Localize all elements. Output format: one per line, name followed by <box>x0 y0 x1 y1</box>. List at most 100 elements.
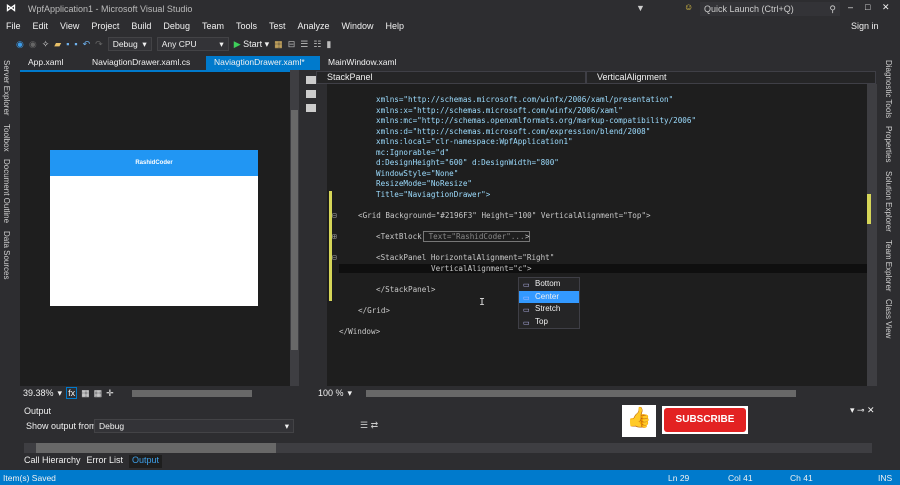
code-zoom-dropdown[interactable]: 100 % <box>318 388 344 398</box>
menu-view[interactable]: View <box>54 18 85 31</box>
tab-output[interactable]: Output <box>129 455 163 468</box>
configuration-dropdown[interactable]: Debug ▾ <box>107 37 152 51</box>
document-outline-tab[interactable]: Document Outline <box>2 155 11 227</box>
snap-grid-icon[interactable]: ▦ <box>94 388 103 399</box>
platform-value: Any CPU <box>161 39 197 49</box>
start-button[interactable]: ▶ Start ▾ <box>234 39 269 50</box>
designer-horizontal-scrollbar[interactable] <box>131 389 252 397</box>
subscribe-text: SUBSCRIBE <box>664 408 746 432</box>
menu-analyze[interactable]: Analyze <box>292 18 336 31</box>
change-marker <box>329 191 332 301</box>
grid-icon[interactable]: ▦ <box>81 388 90 399</box>
member-dropdown[interactable]: VerticalAlignment <box>586 71 876 84</box>
save-all-icon[interactable]: ▪ <box>74 39 77 49</box>
solution-explorer-tab[interactable]: Solution Explorer <box>884 167 893 236</box>
fx-icon[interactable]: fx <box>66 387 78 399</box>
redo-icon[interactable]: ↷ <box>95 39 103 50</box>
menu-project[interactable]: Project <box>85 18 125 31</box>
menu-tools[interactable]: Tools <box>230 18 263 31</box>
save-icon[interactable]: ▪ <box>66 39 69 49</box>
current-line-highlight <box>339 264 869 273</box>
vs-logo-icon: ⋈ <box>6 3 16 14</box>
menu-test[interactable]: Test <box>263 18 292 31</box>
bookmark-icon[interactable]: ▮ <box>326 39 331 50</box>
bottom-tabs: Call Hierarchy Error List Output <box>20 455 163 468</box>
maximize-button[interactable]: □ <box>865 2 870 12</box>
quick-launch-input[interactable]: Quick Launch (Ctrl+Q) ⚲ <box>700 2 840 16</box>
open-folder-icon[interactable]: ▰ <box>54 39 61 50</box>
code-line: d:DesignHeight="600" d:DesignWidth="800" <box>376 158 559 167</box>
horizontal-split-icon[interactable] <box>306 104 316 112</box>
collapse-icon[interactable]: ⊟ <box>332 253 337 262</box>
expand-icon[interactable]: ⊞ <box>332 232 337 241</box>
intellisense-item-stretch[interactable]: ▭ Stretch <box>519 303 579 316</box>
sign-in-link[interactable]: Sign in <box>845 18 885 31</box>
intellisense-item-center[interactable]: ▭ Center <box>519 290 579 303</box>
code-line: xmlns:local="clr-namespace:WpfApplicatio… <box>376 137 573 146</box>
output-source-dropdown[interactable]: Debug ▾ <box>94 419 294 433</box>
xaml-designer-canvas[interactable]: RashidCoder <box>20 70 290 386</box>
code-line: > <box>525 232 530 241</box>
intellisense-item-top[interactable]: ▭ Top <box>519 316 579 329</box>
tab-error-list[interactable]: Error List <box>87 455 124 468</box>
undo-icon[interactable]: ↶ <box>83 39 91 50</box>
menu-team[interactable]: Team <box>196 18 230 31</box>
step-icon[interactable]: ⊟ <box>288 39 296 50</box>
panel-options-icon[interactable]: ▾ ⊸ ✕ <box>850 405 875 416</box>
back-icon[interactable]: ◉ <box>16 39 24 50</box>
server-explorer-tab[interactable]: Server Explorer <box>2 56 11 120</box>
tab-app-xaml[interactable]: App.xaml <box>20 56 84 70</box>
code-line: Title="NaviagtionDrawer"> <box>376 190 491 199</box>
enum-icon: ▭ <box>523 319 530 327</box>
tab-naviagtiondrawer-xaml-cs[interactable]: NaviagtionDrawer.xaml.cs <box>84 56 206 70</box>
header-grid-preview[interactable]: RashidCoder <box>50 150 258 176</box>
menu-build[interactable]: Build <box>125 18 157 31</box>
code-line: <StackPanel HorizontalAlignment="Right" <box>376 253 555 262</box>
collapsed-attributes[interactable]: Text="RashidCoder"... <box>423 231 531 242</box>
menu-help[interactable]: Help <box>380 18 411 31</box>
menu-window[interactable]: Window <box>336 18 380 31</box>
zoom-dropdown[interactable]: 39.38% <box>23 388 54 398</box>
configuration-value: Debug <box>112 39 138 49</box>
window-preview[interactable]: RashidCoder <box>50 150 258 306</box>
collapse-icon[interactable]: ⊟ <box>332 211 337 220</box>
header-text: RashidCoder <box>135 160 173 166</box>
output-horizontal-scrollbar[interactable] <box>24 443 872 453</box>
code-horizontal-scrollbar[interactable] <box>366 389 797 397</box>
class-view-tab[interactable]: Class View <box>884 295 893 342</box>
code-vertical-scrollbar[interactable] <box>867 84 877 386</box>
forward-icon[interactable]: ◉ <box>29 39 37 50</box>
code-line: </StackPanel> <box>376 285 436 294</box>
toolbox-tab[interactable]: Toolbox <box>2 120 11 156</box>
new-project-icon[interactable]: ✧ <box>42 39 50 50</box>
swap-panes-icon[interactable] <box>306 76 316 84</box>
intellisense-item-bottom[interactable]: ▭ Bottom <box>519 278 579 291</box>
data-sources-tab[interactable]: Data Sources <box>2 227 11 283</box>
tab-call-hierarchy[interactable]: Call Hierarchy <box>24 455 81 468</box>
menu-file[interactable]: File <box>0 18 27 31</box>
designer-vertical-scrollbar[interactable] <box>290 70 299 386</box>
clear-all-icon[interactable]: ☰ ⇄ <box>360 420 378 431</box>
menu-debug[interactable]: Debug <box>157 18 196 31</box>
team-explorer-tab[interactable]: Team Explorer <box>884 236 893 296</box>
snap-lines-icon[interactable]: ✛ <box>106 388 114 399</box>
element-dropdown[interactable]: StackPanel <box>316 71 586 84</box>
feedback-smiley-icon[interactable]: ☺ <box>684 2 693 12</box>
minimize-button[interactable]: – <box>848 2 853 12</box>
filter-icon[interactable]: ▼ <box>636 3 645 13</box>
platform-dropdown[interactable]: Any CPU ▾ <box>156 37 229 51</box>
code-editor[interactable]: xmlns="http://schemas.microsoft.com/winf… <box>327 84 869 386</box>
vertical-split-icon[interactable] <box>306 90 316 98</box>
diagnostic-tools-tab[interactable]: Diagnostic Tools <box>884 56 893 122</box>
find-icon[interactable]: ▦ <box>274 39 283 50</box>
item-label: Top <box>535 316 548 326</box>
comment-icon[interactable]: ☷ <box>313 39 321 50</box>
menu-edit[interactable]: Edit <box>27 18 55 31</box>
close-button[interactable]: ✕ <box>882 2 890 13</box>
indent-icon[interactable]: ☰ <box>300 39 308 50</box>
tab-mainwindow-xaml[interactable]: MainWindow.xaml <box>320 56 405 70</box>
tab-naviagtiondrawer-xaml[interactable]: NaviagtionDrawer.xaml* ⊸ ✕ <box>206 56 320 77</box>
properties-tab[interactable]: Properties <box>884 122 893 166</box>
tab-label: NaviagtionDrawer.xaml.cs <box>92 57 191 67</box>
status-line: Ln 29 <box>668 473 690 483</box>
